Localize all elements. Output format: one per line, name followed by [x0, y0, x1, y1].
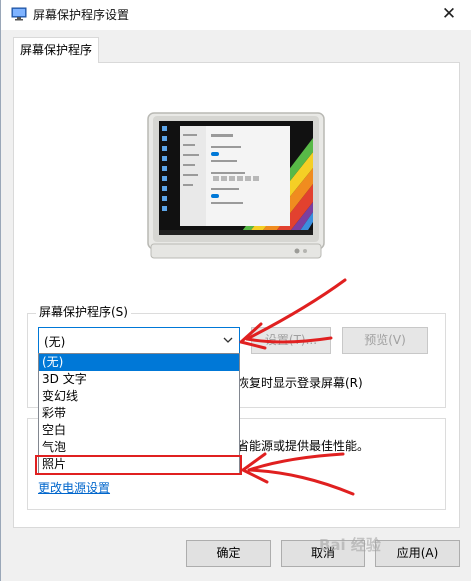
window-title: 屏幕保护程序设置 — [33, 8, 130, 22]
dropdown-option-bubbles[interactable]: 气泡 — [39, 439, 239, 456]
screensaver-settings-window: 屏幕保护程序设置 ✕ 屏幕保护程序 屏幕保护程序(S) (无) 设置(T)...… — [0, 0, 471, 581]
dropdown-option-mystify[interactable]: 变幻线 — [39, 388, 239, 405]
ok-button[interactable]: 确定 — [186, 540, 271, 567]
close-button[interactable]: ✕ — [426, 0, 471, 30]
watermark: Bai 经验 — [319, 536, 381, 554]
photos-highlight-box — [35, 455, 242, 475]
dropdown-option-3d-text[interactable]: 3D 文字 — [39, 371, 239, 388]
screensaver-preview-monitor — [147, 112, 325, 259]
chevron-down-icon — [223, 337, 233, 343]
screensaver-selected-value: (无) — [44, 335, 66, 349]
change-power-settings-link[interactable]: 更改电源设置 — [38, 479, 110, 496]
screensaver-combo[interactable]: (无) — [38, 327, 240, 354]
screensaver-group-label: 屏幕保护程序(S) — [36, 305, 131, 320]
dropdown-option-none[interactable]: (无) — [39, 354, 239, 371]
tab-screensaver[interactable]: 屏幕保护程序 — [13, 37, 99, 63]
annotation-arrow-top — [239, 278, 347, 350]
resume-login-label: 恢复时显示登录屏幕(R) — [237, 376, 363, 390]
title-bar: 屏幕保护程序设置 ✕ — [1, 0, 471, 30]
screensaver-monitor-icon — [11, 7, 27, 21]
apply-button[interactable]: 应用(A) — [375, 540, 460, 567]
dropdown-option-ribbons[interactable]: 彩带 — [39, 405, 239, 422]
annotation-arrow-bottom — [241, 452, 355, 496]
close-icon: ✕ — [441, 4, 457, 24]
dropdown-option-blank[interactable]: 空白 — [39, 422, 239, 439]
